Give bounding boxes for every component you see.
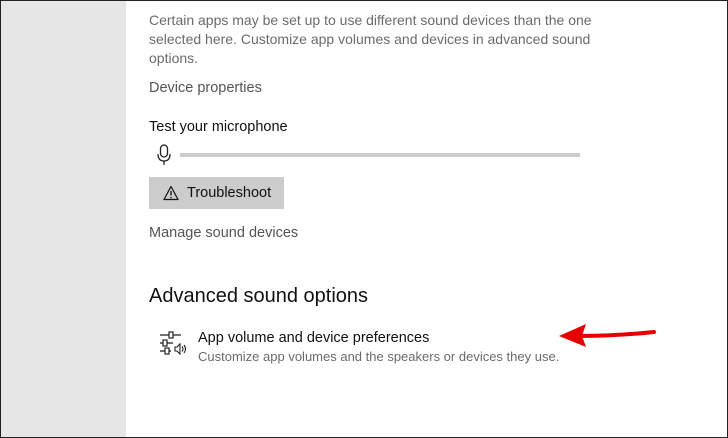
app-volume-preferences-title: App volume and device preferences: [198, 330, 430, 346]
sound-settings-content: Certain apps may be set up to use differ…: [126, 1, 727, 437]
app-volume-preferences-item[interactable]: App volume and device preferences Custom…: [159, 327, 579, 369]
annotation-arrow-icon: [559, 324, 656, 347]
test-microphone-label: Test your microphone: [149, 119, 288, 135]
manage-sound-devices-link[interactable]: Manage sound devices: [149, 225, 298, 241]
microphone-level-meter: [156, 144, 580, 166]
navigation-pane: [1, 1, 126, 437]
settings-window: Certain apps may be set up to use differ…: [0, 0, 728, 438]
microphone-icon: [157, 144, 171, 165]
troubleshoot-button[interactable]: Troubleshoot: [149, 177, 284, 209]
microphone-level-bar: [180, 153, 580, 157]
sliders-speaker-icon: [160, 331, 187, 356]
app-volume-preferences-description: Customize app volumes and the speakers o…: [198, 349, 560, 364]
device-properties-link[interactable]: Device properties: [149, 80, 262, 96]
sound-devices-note: Certain apps may be set up to use differ…: [149, 12, 592, 66]
advanced-sound-options-heading: Advanced sound options: [149, 285, 369, 307]
troubleshoot-button-label: Troubleshoot: [187, 185, 272, 201]
warning-icon: [163, 185, 179, 201]
